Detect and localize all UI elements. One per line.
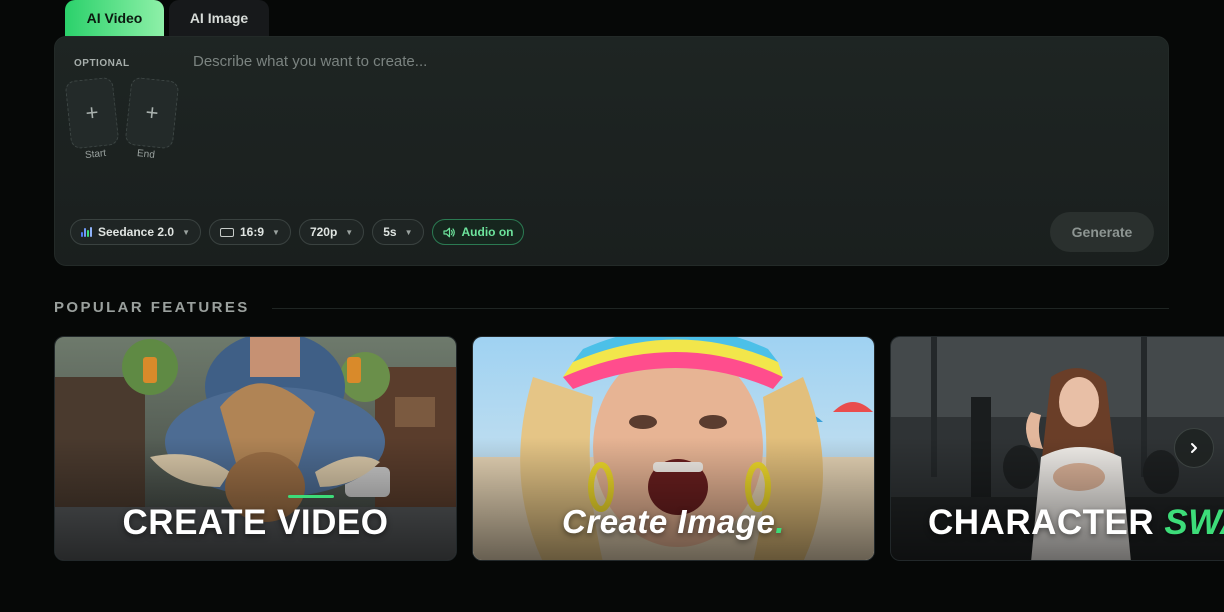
- feature-card-create-image[interactable]: Create Image.: [472, 336, 875, 561]
- resolution-label: 720p: [309, 225, 338, 239]
- tab-ai-image[interactable]: AI Image: [169, 0, 269, 36]
- card-title-text: Create Image: [562, 503, 776, 540]
- end-frame-upload[interactable]: +: [124, 76, 180, 150]
- model-select[interactable]: Seedance 2.0 ▼: [70, 219, 201, 245]
- chevron-down-icon: ▼: [272, 227, 280, 237]
- prompt-input[interactable]: [193, 53, 1153, 203]
- generation-controls: Seedance 2.0 ▼ 16:9 ▼ 720p ▼ 5s ▼ Audio …: [70, 219, 525, 245]
- chevron-right-icon: [1191, 443, 1197, 453]
- aspect-ratio-icon: [219, 227, 234, 237]
- bars-icon: [81, 227, 92, 237]
- accent-bar: [288, 495, 334, 498]
- section-title: POPULAR FEATURES: [54, 299, 250, 316]
- card-title: CREATE VIDEO: [122, 503, 389, 542]
- feature-card-create-video[interactable]: CREATE VIDEO: [54, 336, 457, 561]
- card-title-text: CHARACTER: [928, 503, 1165, 542]
- carousel-next-button[interactable]: [1174, 428, 1214, 468]
- resolution-select[interactable]: 720p ▼: [298, 219, 365, 245]
- plus-icon: +: [84, 99, 100, 126]
- card-title-dot: .: [775, 503, 785, 540]
- tab-ai-video[interactable]: AI Video: [65, 0, 164, 36]
- audio-label: Audio on: [461, 225, 514, 239]
- card-title: Create Image.: [473, 503, 874, 541]
- generate-button[interactable]: Generate: [1050, 212, 1154, 252]
- optional-label: OPTIONAL: [74, 58, 130, 69]
- chevron-down-icon: ▼: [345, 227, 354, 237]
- card-title-highlight: SWA: [1164, 503, 1224, 542]
- duration-label: 5s: [383, 225, 397, 239]
- card-title: CHARACTER SWA: [928, 503, 1224, 543]
- aspect-ratio-select[interactable]: 16:9 ▼: [208, 219, 291, 245]
- model-label: Seedance 2.0: [98, 225, 175, 239]
- speaker-icon: [442, 227, 455, 237]
- aspect-ratio-label: 16:9: [239, 225, 265, 239]
- chevron-down-icon: ▼: [182, 227, 190, 237]
- section-divider: [272, 308, 1169, 309]
- chevron-down-icon: ▼: [404, 227, 413, 237]
- start-frame-upload[interactable]: +: [64, 76, 120, 150]
- audio-toggle[interactable]: Audio on: [431, 219, 525, 245]
- end-frame-label: End: [136, 148, 156, 161]
- mode-tabs: AI Video AI Image: [65, 0, 269, 36]
- start-frame-label: Start: [84, 147, 107, 162]
- plus-icon: +: [144, 99, 160, 126]
- prompt-panel: OPTIONAL + + Start End Seedance 2.0 ▼ 16…: [54, 36, 1169, 266]
- duration-select[interactable]: 5s ▼: [372, 219, 424, 245]
